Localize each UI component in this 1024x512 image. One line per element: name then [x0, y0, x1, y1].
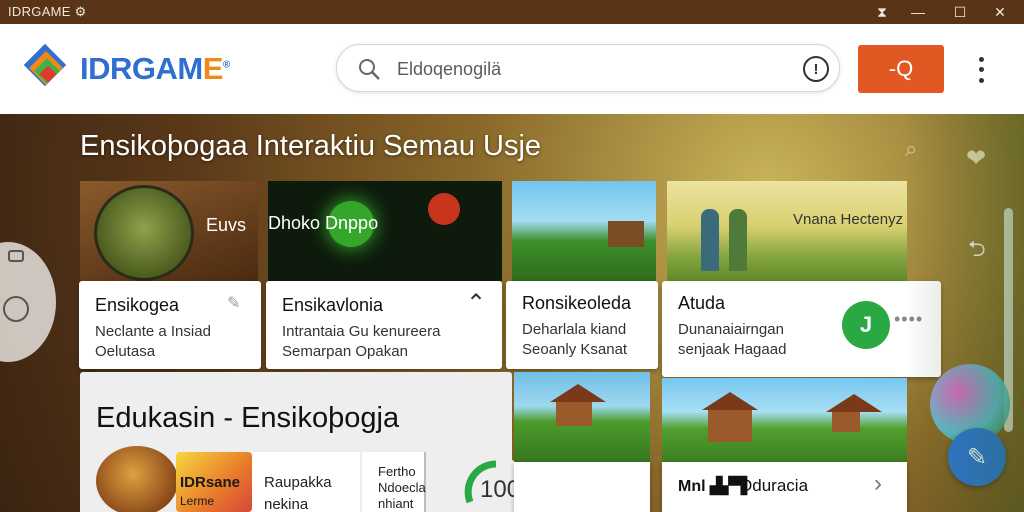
- course-card-3[interactable]: Ronsikeoleda Deharlala kiand Seoanly Ksa…: [506, 281, 658, 369]
- maximize-button[interactable]: ☐: [940, 0, 980, 24]
- person-image: [701, 209, 719, 271]
- game-thumbnail[interactable]: IDRsane Lerme: [176, 452, 252, 512]
- house-image: [550, 384, 606, 426]
- side-panel[interactable]: [0, 242, 56, 362]
- card-title: Ensikogea: [95, 295, 180, 315]
- app-logo[interactable]: IDRGAME®: [20, 43, 230, 94]
- logo-text: IDRGAME®: [80, 51, 230, 86]
- hut-image: [608, 221, 644, 247]
- scrollbar[interactable]: [1004, 208, 1013, 432]
- more-dots-icon[interactable]: ••••: [894, 309, 923, 330]
- thumbnail-sublabel: Lerme: [180, 494, 215, 508]
- pin-icon[interactable]: ✎: [227, 293, 240, 313]
- window-titlebar: IDRGAME ⚙ ⧗ — ☐ ✕: [0, 0, 1024, 24]
- thumbnail-label: Euvs: [206, 215, 247, 235]
- logo-mark-icon: [20, 43, 74, 94]
- card-subtitle: Deharlala kiand: [522, 321, 627, 338]
- glow-orb-red: [428, 193, 460, 225]
- card-subtitle: Ndoecla: [378, 480, 426, 495]
- card-title: Ronsikeoleda: [522, 293, 632, 313]
- house-image: [702, 392, 758, 442]
- card-title: Fertho: [378, 464, 416, 479]
- card-subtitle: Dunanaiairngan: [678, 321, 784, 338]
- card-thumbnail-1[interactable]: Euvs: [80, 181, 258, 281]
- decorative-bubble: [930, 364, 1010, 444]
- avatar-bug-image[interactable]: [96, 446, 178, 512]
- card-subtitle: Seoanly Ksanat: [522, 341, 628, 358]
- course-card-5[interactable]: [514, 462, 650, 512]
- card-title: Atuda: [678, 293, 726, 313]
- card-subtitle: Intrantaia Gu kenureera: [282, 323, 441, 340]
- search-bar[interactable]: !: [336, 44, 840, 92]
- thumbnail-label: Vnana Hectenyz: [793, 211, 904, 228]
- search-input[interactable]: [397, 55, 777, 83]
- chevron-right-icon[interactable]: ›: [874, 470, 882, 498]
- card-subtitle: Oelutasa: [95, 343, 156, 360]
- chevron-up-icon[interactable]: ⌃: [466, 289, 486, 318]
- more-options-icon[interactable]: [970, 54, 992, 86]
- card-thumbnail-4[interactable]: Vnana Hectenyz: [667, 181, 907, 281]
- favorite-icon[interactable]: ❤: [966, 144, 986, 173]
- beetle-image: [94, 185, 194, 281]
- panel-card-icon[interactable]: [8, 250, 24, 262]
- card-brand: Mnl ▟▞▜: [678, 478, 747, 495]
- minimize-button[interactable]: —: [898, 0, 938, 24]
- main-content: Ensikoþogaa Interaktiu Semau Usje ⌕ ❤ ⮌ …: [0, 114, 1024, 512]
- card-subtitle: Neclante a Insiad: [95, 323, 211, 340]
- person-image: [729, 209, 747, 271]
- card-thumbnail-3[interactable]: [512, 181, 656, 281]
- course-card-1[interactable]: Ensikogea ✎ Neclante a Insiad Oelutasa: [79, 281, 261, 369]
- course-card-2[interactable]: Ensikavlonia ⌃ Intrantaia Gu kenureera S…: [266, 281, 502, 369]
- card-title: Ensikavlonia: [282, 295, 384, 315]
- search-decor-icon: ⌕: [905, 136, 918, 161]
- page-title: Ensikoþogaa Interaktiu Semau Usje: [80, 130, 542, 162]
- section-title: Edukasin - Ensikoþogja: [96, 402, 400, 434]
- card-subtitle: senjaak Hagaad: [678, 341, 787, 358]
- lesson-card[interactable]: Raupakka nekina: [252, 452, 360, 512]
- network-icon[interactable]: ⧗: [862, 0, 902, 24]
- card-thumbnail-5[interactable]: [514, 372, 650, 462]
- search-button[interactable]: -Q: [858, 45, 944, 93]
- course-card-4[interactable]: Atuda Dunanaiairngan senjaak Hagaad J ••…: [662, 281, 941, 377]
- card-subtitle: Semarpan Opakan: [282, 343, 408, 360]
- app-header: IDRGAME® ! -Q: [0, 24, 1024, 114]
- chat-badge-icon[interactable]: J: [842, 301, 890, 349]
- card-thumbnail-6[interactable]: [662, 378, 907, 462]
- panel-circle-icon[interactable]: [3, 296, 29, 322]
- thumbnail-label: IDRsane: [180, 474, 241, 491]
- course-card-6[interactable]: Mnl ▟▞▜ Dduracia ›: [662, 462, 907, 512]
- card-title: Dduracia: [740, 476, 809, 495]
- card-subtitle: nhiant: [378, 496, 414, 511]
- window-title: IDRGAME ⚙: [8, 4, 87, 19]
- card-title: Raupakka: [264, 474, 332, 491]
- search-icon: [357, 57, 381, 86]
- card-thumbnail-2[interactable]: Dhoko Dnppo: [268, 181, 502, 281]
- share-icon[interactable]: ⮌: [968, 232, 986, 270]
- thumbnail-label: Dhoko Dnppo: [268, 213, 379, 233]
- close-button[interactable]: ✕: [980, 0, 1020, 24]
- card-subtitle: nekina: [264, 496, 309, 512]
- house-image: [826, 394, 882, 432]
- score-card[interactable]: Fertho Ndoecla nhiant: [362, 452, 426, 512]
- edit-fab-button[interactable]: ✎: [948, 428, 1006, 486]
- info-icon[interactable]: !: [803, 56, 829, 82]
